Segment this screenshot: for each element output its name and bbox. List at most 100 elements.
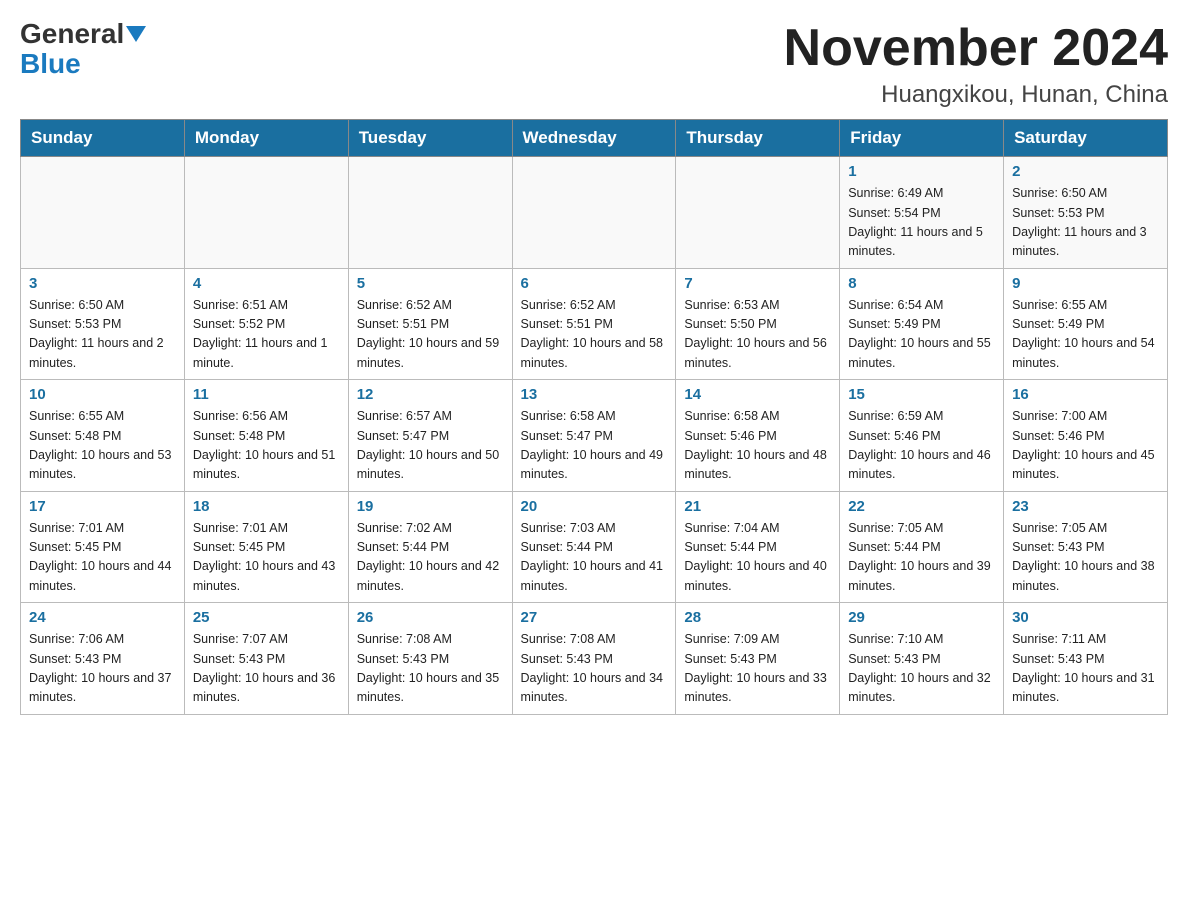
calendar-cell <box>512 157 676 269</box>
day-number: 6 <box>521 275 668 292</box>
calendar-cell: 24 Sunrise: 7:06 AMSunset: 5:43 PMDayligh… <box>21 603 185 715</box>
day-number: 3 <box>29 275 176 292</box>
day-number: 27 <box>521 609 668 626</box>
calendar-cell <box>348 157 512 269</box>
calendar-cell: 20 Sunrise: 7:03 AMSunset: 5:44 PMDayligh… <box>512 491 676 603</box>
day-number: 17 <box>29 498 176 515</box>
calendar-cell: 9 Sunrise: 6:55 AMSunset: 5:49 PMDaylight… <box>1004 268 1168 380</box>
day-info: Sunrise: 6:59 AMSunset: 5:46 PMDaylight:… <box>848 407 995 485</box>
calendar-table: SundayMondayTuesdayWednesdayThursdayFrid… <box>20 119 1168 715</box>
day-number: 20 <box>521 498 668 515</box>
calendar-cell: 27 Sunrise: 7:08 AMSunset: 5:43 PMDayligh… <box>512 603 676 715</box>
calendar-cell: 2 Sunrise: 6:50 AMSunset: 5:53 PMDaylight… <box>1004 157 1168 269</box>
day-info: Sunrise: 6:50 AMSunset: 5:53 PMDaylight:… <box>1012 184 1159 262</box>
day-info: Sunrise: 6:49 AMSunset: 5:54 PMDaylight:… <box>848 184 995 262</box>
calendar-cell: 25 Sunrise: 7:07 AMSunset: 5:43 PMDayligh… <box>184 603 348 715</box>
calendar-week-3: 10Sunrise: 6:55 AMSunset: 5:48 PMDayligh… <box>21 380 1168 492</box>
column-header-monday: Monday <box>184 120 348 157</box>
day-number: 8 <box>848 275 995 292</box>
day-info: Sunrise: 7:11 AMSunset: 5:43 PMDaylight:… <box>1012 630 1159 708</box>
calendar-cell: 12 Sunrise: 6:57 AMSunset: 5:47 PMDayligh… <box>348 380 512 492</box>
calendar-week-1: 1 Sunrise: 6:49 AMSunset: 5:54 PMDaylight… <box>21 157 1168 269</box>
day-number: 5 <box>357 275 504 292</box>
logo: General Blue <box>20 20 146 80</box>
day-number: 26 <box>357 609 504 626</box>
day-number: 28 <box>684 609 831 626</box>
day-number: 29 <box>848 609 995 626</box>
day-number: 18 <box>193 498 340 515</box>
day-info: Sunrise: 6:56 AMSunset: 5:48 PMDaylight:… <box>193 407 340 485</box>
day-info: Sunrise: 6:51 AMSunset: 5:52 PMDaylight:… <box>193 296 340 374</box>
day-number: 16 <box>1012 386 1159 403</box>
logo-blue: Blue <box>20 48 81 80</box>
day-info: Sunrise: 7:01 AMSunset: 5:45 PMDaylight:… <box>29 519 176 597</box>
calendar-cell: 1 Sunrise: 6:49 AMSunset: 5:54 PMDaylight… <box>840 157 1004 269</box>
day-number: 21 <box>684 498 831 515</box>
calendar-cell: 11Sunrise: 6:56 AMSunset: 5:48 PMDayligh… <box>184 380 348 492</box>
month-title: November 2024 <box>784 20 1168 77</box>
calendar-cell: 30 Sunrise: 7:11 AMSunset: 5:43 PMDayligh… <box>1004 603 1168 715</box>
day-number: 24 <box>29 609 176 626</box>
day-number: 25 <box>193 609 340 626</box>
day-info: Sunrise: 7:03 AMSunset: 5:44 PMDaylight:… <box>521 519 668 597</box>
calendar-cell: 26Sunrise: 7:08 AMSunset: 5:43 PMDayligh… <box>348 603 512 715</box>
page-header: General Blue November 2024 Huangxikou, H… <box>20 20 1168 109</box>
calendar-cell: 17 Sunrise: 7:01 AMSunset: 5:45 PMDayligh… <box>21 491 185 603</box>
calendar-cell: 29 Sunrise: 7:10 AMSunset: 5:43 PMDayligh… <box>840 603 1004 715</box>
logo-general: General <box>20 20 146 48</box>
day-number: 12 <box>357 386 504 403</box>
calendar-cell: 4 Sunrise: 6:51 AMSunset: 5:52 PMDaylight… <box>184 268 348 380</box>
column-header-wednesday: Wednesday <box>512 120 676 157</box>
day-number: 30 <box>1012 609 1159 626</box>
day-info: Sunrise: 6:58 AMSunset: 5:47 PMDaylight:… <box>521 407 668 485</box>
calendar-cell: 8 Sunrise: 6:54 AMSunset: 5:49 PMDaylight… <box>840 268 1004 380</box>
calendar-cell: 28 Sunrise: 7:09 AMSunset: 5:43 PMDayligh… <box>676 603 840 715</box>
day-info: Sunrise: 7:02 AMSunset: 5:44 PMDaylight:… <box>357 519 504 597</box>
calendar-header-row: SundayMondayTuesdayWednesdayThursdayFrid… <box>21 120 1168 157</box>
column-header-saturday: Saturday <box>1004 120 1168 157</box>
calendar-cell: 3 Sunrise: 6:50 AMSunset: 5:53 PMDaylight… <box>21 268 185 380</box>
day-info: Sunrise: 6:55 AMSunset: 5:49 PMDaylight:… <box>1012 296 1159 374</box>
column-header-sunday: Sunday <box>21 120 185 157</box>
calendar-cell: 18Sunrise: 7:01 AMSunset: 5:45 PMDayligh… <box>184 491 348 603</box>
day-number: 23 <box>1012 498 1159 515</box>
day-info: Sunrise: 7:07 AMSunset: 5:43 PMDaylight:… <box>193 630 340 708</box>
day-info: Sunrise: 7:06 AMSunset: 5:43 PMDaylight:… <box>29 630 176 708</box>
column-header-tuesday: Tuesday <box>348 120 512 157</box>
day-number: 15 <box>848 386 995 403</box>
day-number: 13 <box>521 386 668 403</box>
day-info: Sunrise: 6:53 AMSunset: 5:50 PMDaylight:… <box>684 296 831 374</box>
calendar-cell: 22Sunrise: 7:05 AMSunset: 5:44 PMDayligh… <box>840 491 1004 603</box>
location-title: Huangxikou, Hunan, China <box>784 81 1168 109</box>
day-number: 4 <box>193 275 340 292</box>
day-info: Sunrise: 7:08 AMSunset: 5:43 PMDaylight:… <box>521 630 668 708</box>
day-info: Sunrise: 7:05 AMSunset: 5:43 PMDaylight:… <box>1012 519 1159 597</box>
day-info: Sunrise: 6:52 AMSunset: 5:51 PMDaylight:… <box>357 296 504 374</box>
calendar-cell: 19Sunrise: 7:02 AMSunset: 5:44 PMDayligh… <box>348 491 512 603</box>
calendar-cell <box>184 157 348 269</box>
day-number: 9 <box>1012 275 1159 292</box>
day-info: Sunrise: 7:00 AMSunset: 5:46 PMDaylight:… <box>1012 407 1159 485</box>
calendar-week-5: 24 Sunrise: 7:06 AMSunset: 5:43 PMDayligh… <box>21 603 1168 715</box>
calendar-cell: 5 Sunrise: 6:52 AMSunset: 5:51 PMDaylight… <box>348 268 512 380</box>
day-number: 22 <box>848 498 995 515</box>
day-number: 14 <box>684 386 831 403</box>
day-info: Sunrise: 7:09 AMSunset: 5:43 PMDaylight:… <box>684 630 831 708</box>
calendar-cell: 10Sunrise: 6:55 AMSunset: 5:48 PMDayligh… <box>21 380 185 492</box>
day-info: Sunrise: 6:58 AMSunset: 5:46 PMDaylight:… <box>684 407 831 485</box>
day-info: Sunrise: 6:57 AMSunset: 5:47 PMDaylight:… <box>357 407 504 485</box>
day-info: Sunrise: 6:55 AMSunset: 5:48 PMDaylight:… <box>29 407 176 485</box>
calendar-week-2: 3 Sunrise: 6:50 AMSunset: 5:53 PMDaylight… <box>21 268 1168 380</box>
day-info: Sunrise: 7:04 AMSunset: 5:44 PMDaylight:… <box>684 519 831 597</box>
day-info: Sunrise: 7:10 AMSunset: 5:43 PMDaylight:… <box>848 630 995 708</box>
logo-triangle-icon <box>126 26 146 42</box>
calendar-cell <box>21 157 185 269</box>
day-number: 7 <box>684 275 831 292</box>
calendar-cell: 21 Sunrise: 7:04 AMSunset: 5:44 PMDayligh… <box>676 491 840 603</box>
calendar-cell: 23 Sunrise: 7:05 AMSunset: 5:43 PMDayligh… <box>1004 491 1168 603</box>
day-number: 1 <box>848 163 995 180</box>
day-info: Sunrise: 6:50 AMSunset: 5:53 PMDaylight:… <box>29 296 176 374</box>
day-number: 2 <box>1012 163 1159 180</box>
calendar-cell: 14 Sunrise: 6:58 AMSunset: 5:46 PMDayligh… <box>676 380 840 492</box>
day-info: Sunrise: 6:54 AMSunset: 5:49 PMDaylight:… <box>848 296 995 374</box>
